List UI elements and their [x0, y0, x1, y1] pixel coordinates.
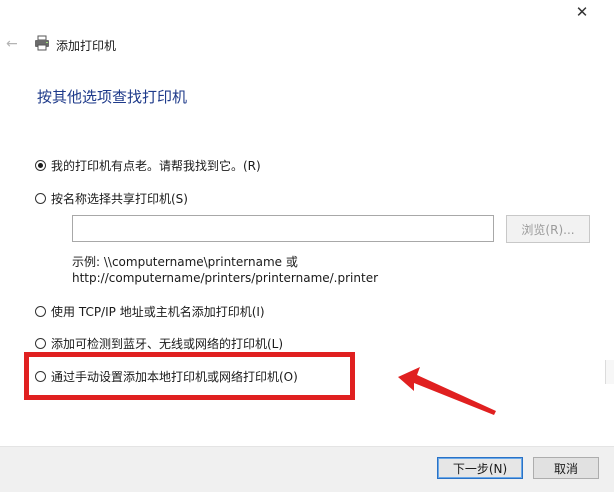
- close-button[interactable]: ✕: [572, 2, 592, 22]
- back-arrow-icon: ←: [6, 36, 18, 52]
- option-bluetooth-wireless[interactable]: 添加可检测到蓝牙、无线或网络的打印机(L): [35, 335, 283, 352]
- radio-button[interactable]: [35, 193, 46, 204]
- option-label: 使用 TCP/IP 地址或主机名添加打印机(I): [51, 305, 265, 319]
- radio-button[interactable]: [35, 306, 46, 317]
- dialog-title: 添加打印机: [56, 39, 117, 53]
- back-button[interactable]: ←: [6, 36, 22, 52]
- annotation-arrow-icon: [398, 367, 496, 415]
- example-hint-line-2: http://computername/printers/printername…: [72, 271, 379, 285]
- scrollbar[interactable]: [605, 360, 614, 384]
- radio-button-selected[interactable]: [35, 160, 46, 171]
- printer-icon: [35, 35, 49, 51]
- annotation-highlight-box: [24, 352, 355, 400]
- option-old-printer[interactable]: 我的打印机有点老。请帮我找到它。(R): [35, 157, 261, 174]
- radio-button[interactable]: [35, 338, 46, 349]
- option-label: 按名称选择共享打印机(S): [51, 192, 188, 206]
- option-label: 我的打印机有点老。请帮我找到它。(R): [51, 159, 261, 173]
- option-label: 添加可检测到蓝牙、无线或网络的打印机(L): [51, 337, 284, 351]
- next-button[interactable]: 下一步(N): [437, 457, 523, 479]
- shared-printer-name-input[interactable]: [72, 215, 494, 242]
- radio-dot: [38, 163, 43, 168]
- option-tcpip[interactable]: 使用 TCP/IP 地址或主机名添加打印机(I): [35, 303, 265, 320]
- close-icon: ✕: [575, 3, 589, 21]
- browse-button[interactable]: 浏览(R)...: [506, 215, 590, 243]
- page-heading: 按其他选项查找打印机: [37, 88, 188, 106]
- option-shared-printer[interactable]: 按名称选择共享打印机(S): [35, 190, 188, 207]
- cancel-button[interactable]: 取消: [533, 457, 599, 479]
- example-hint-line-1: 示例: \\computername\printername 或: [72, 255, 298, 269]
